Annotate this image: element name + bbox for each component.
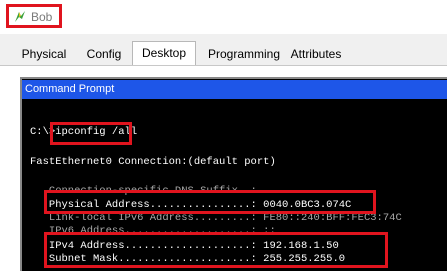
tab-bar: Physical Config Desktop Programming Attr… (0, 34, 447, 66)
window-titlebar: Bob (0, 0, 447, 34)
tab-physical[interactable]: Physical (14, 43, 74, 65)
tab-attributes[interactable]: Attributes (288, 43, 344, 65)
app-icon (15, 11, 25, 22)
command-prompt-title: Command Prompt (25, 83, 115, 95)
tab-programming[interactable]: Programming (202, 43, 286, 65)
window-title: Bob (31, 10, 53, 24)
highlight-ip-mask (44, 232, 388, 268)
terminal-line-connection: FastEthernet0 Connection:(default port) (30, 156, 276, 168)
command-prompt-titlebar: Command Prompt (22, 80, 447, 99)
tab-config[interactable]: Config (82, 43, 126, 65)
tab-desktop[interactable]: Desktop (132, 41, 196, 65)
window-title-highlight: Bob (6, 4, 62, 28)
highlight-command (50, 122, 132, 145)
highlight-physical-address (44, 190, 376, 214)
